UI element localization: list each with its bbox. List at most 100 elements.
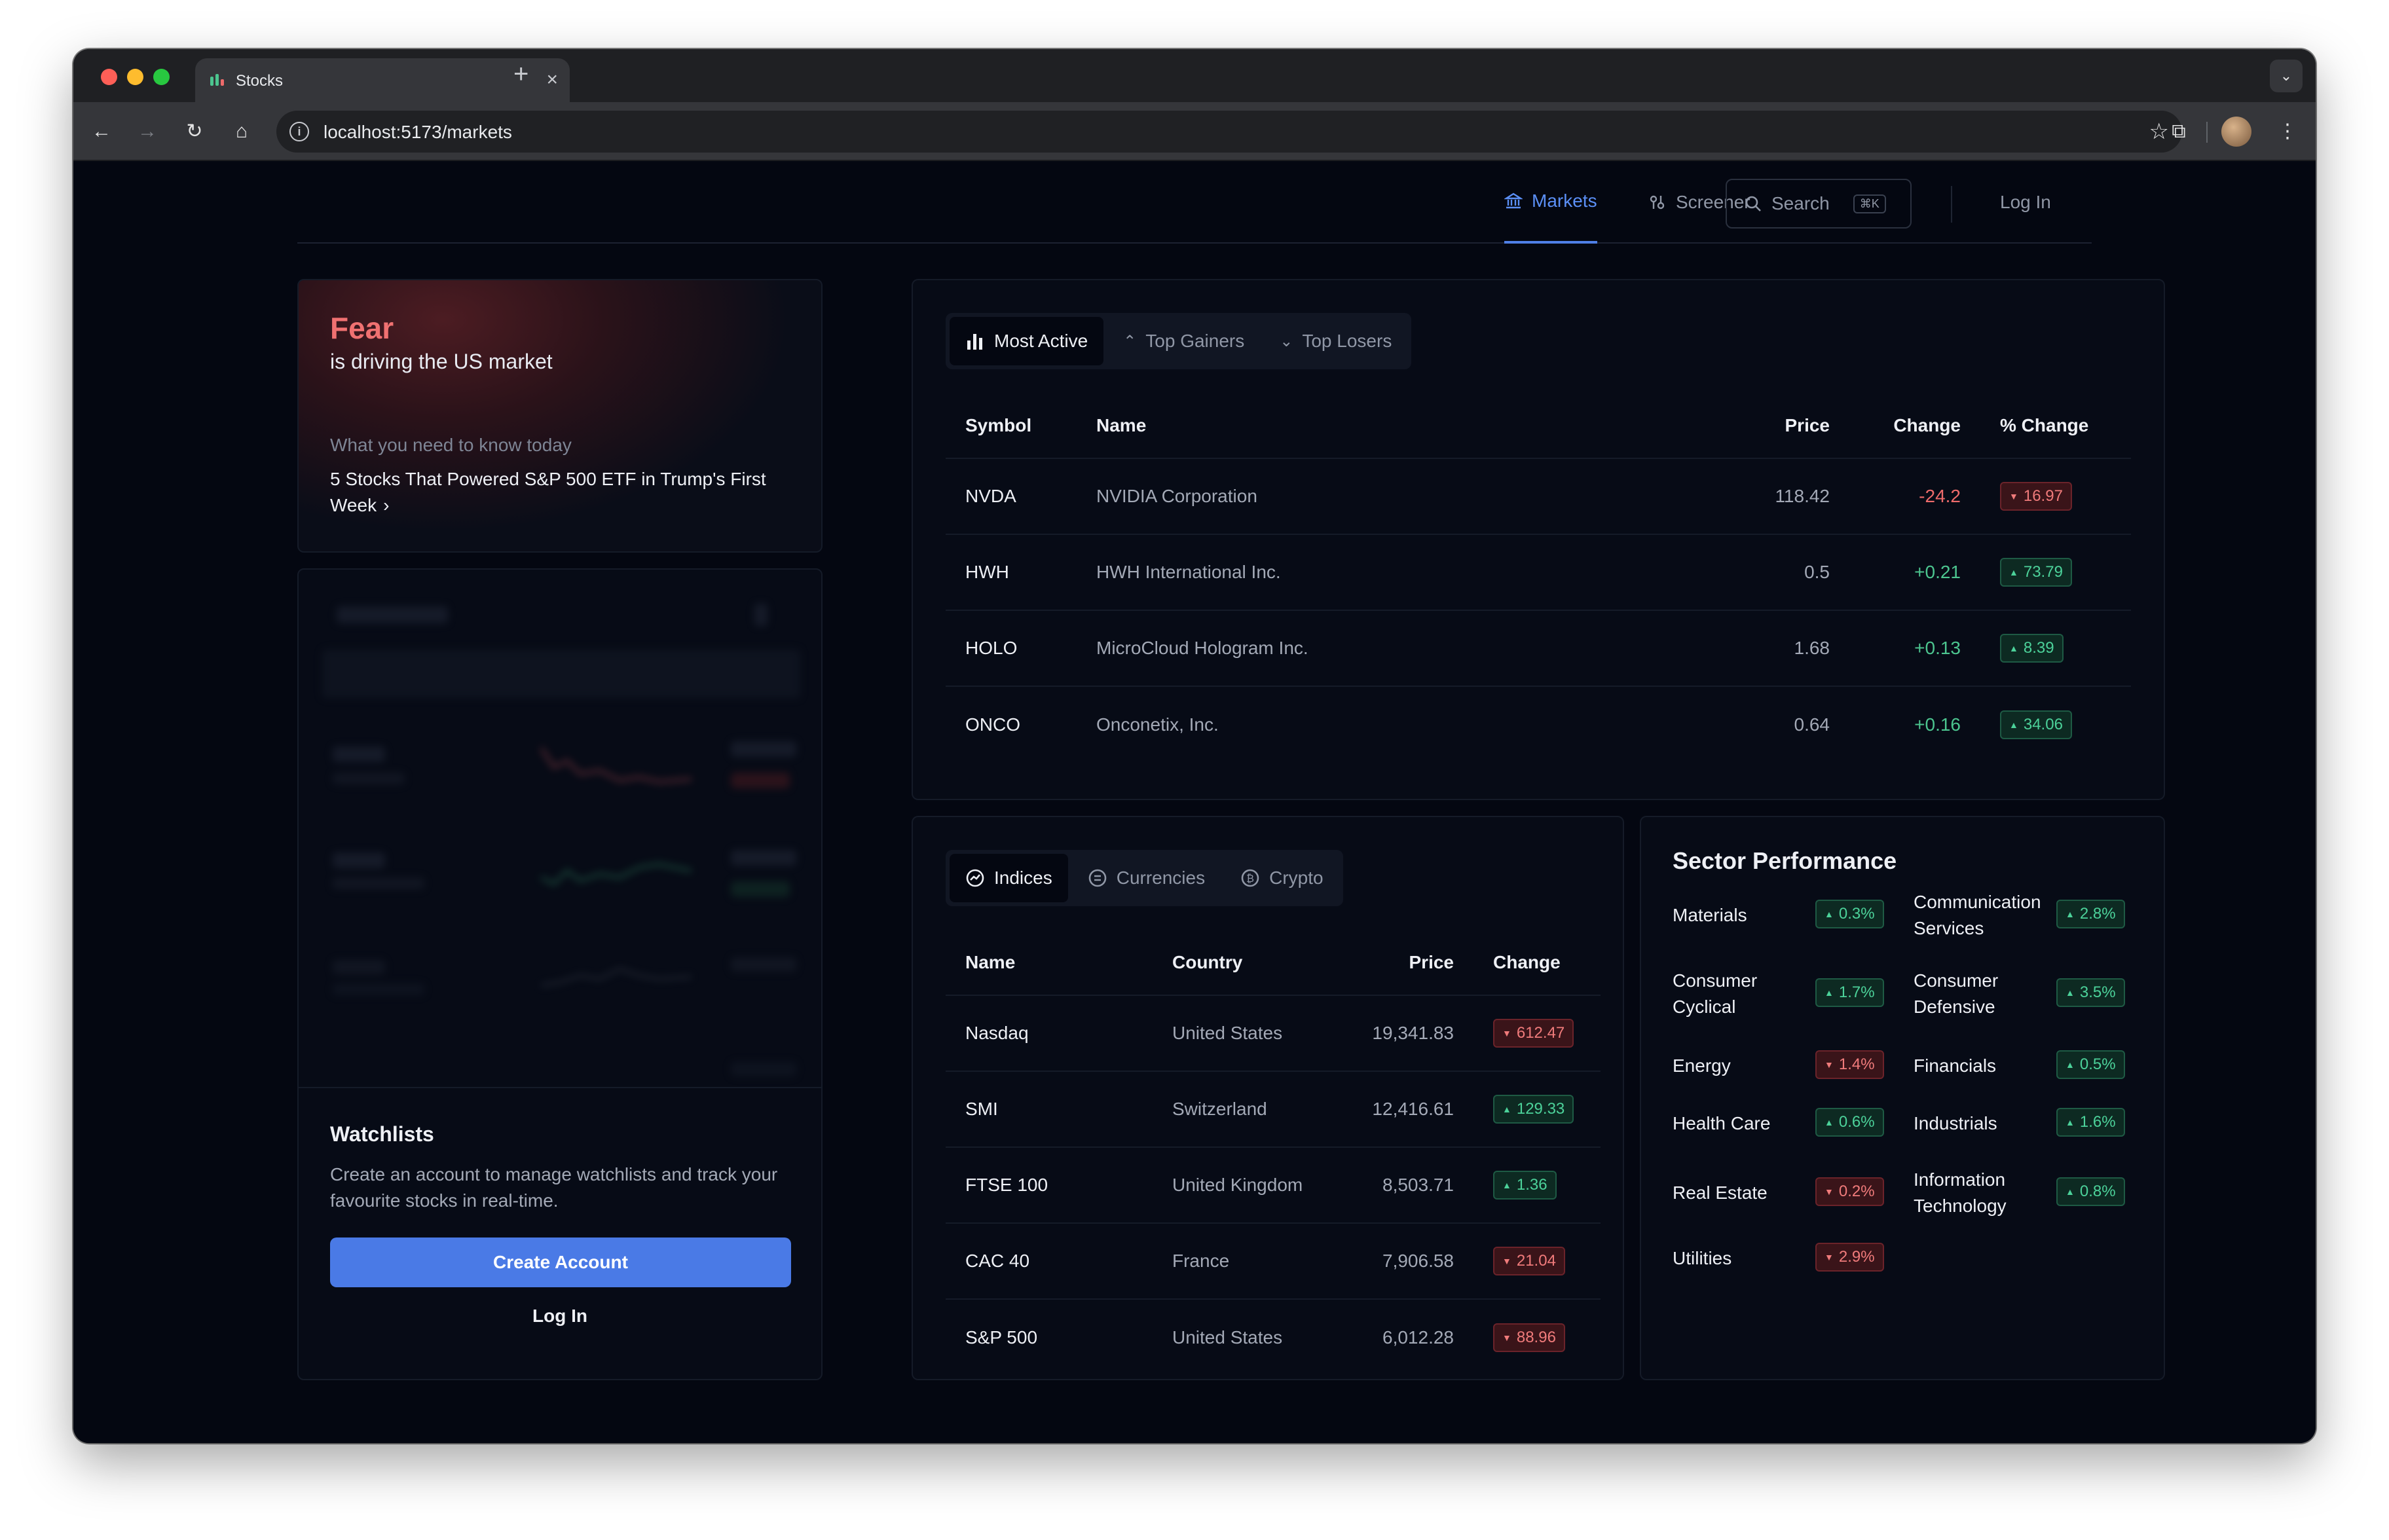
row-country: Switzerland (1153, 1071, 1336, 1147)
pct-change-badge: ▲ 8.39 (2000, 634, 2064, 663)
sector-badge: ▲ 1.7% (1815, 978, 1884, 1007)
watchlists-card: Watchlists Create an account to manage w… (297, 568, 823, 1380)
sector-change: ▲ 0.6% (1815, 1108, 1884, 1137)
movers-tabs: Most Active ⌃ Top Gainers ⌄ Top Losers (946, 313, 1412, 369)
triangle-down-icon: ▼ (1824, 1252, 1834, 1262)
row-country: France (1153, 1222, 1336, 1299)
sector-change: ▲ 0.5% (2056, 1050, 2125, 1079)
blurred-sparkline (541, 862, 692, 886)
url-text[interactable]: localhost:5173/markets (324, 122, 512, 143)
col-change: Change (1893, 414, 1961, 435)
col-index-name: Name (965, 951, 1016, 972)
sector-change: ▲ 0.8% (2056, 1177, 2125, 1206)
sector-name: Industrials (1914, 1113, 1997, 1133)
row-pct-change-cell: ▼ 16.97 (1980, 458, 2131, 534)
table-row[interactable]: CAC 40 France 7,906.58 ▼ 21.04 (946, 1222, 1601, 1299)
sector-change: ▲ 2.8% (2056, 900, 2125, 928)
table-row[interactable]: HWH HWH International Inc. 0.5 +0.21 ▲ 73.79 (946, 534, 2131, 610)
create-account-button[interactable]: Create Account (330, 1238, 791, 1287)
row-index-name: Nasdaq (946, 995, 1153, 1071)
tab-most-active[interactable]: Most Active (950, 317, 1104, 365)
table-header-row: Name Country Price Change (946, 930, 1601, 995)
triangle-up-icon: ▲ (2009, 719, 2018, 730)
browser-toolbar: ← → ↻ ⌂ i localhost:5173/markets ☆ ⧉ ⋮ (73, 102, 2316, 161)
row-company-name: MicroCloud Hologram Inc. (1077, 610, 1718, 686)
tab-top-gainers[interactable]: ⌃ Top Gainers (1107, 317, 1260, 365)
row-index-change-cell: ▼ 612.47 (1473, 995, 1601, 1071)
tab-crypto[interactable]: ₿ Crypto (1225, 854, 1339, 902)
back-arrow-icon[interactable]: ← (86, 117, 117, 147)
sector-badge: ▲ 0.6% (1815, 1108, 1884, 1137)
table-row[interactable]: NVDA NVIDIA Corporation 118.42 -24.2 ▼ 16.97 (946, 458, 2131, 534)
sector-change: ▼ 1.4% (1815, 1050, 1884, 1079)
row-change: +0.16 (1849, 686, 1980, 762)
new-tab-button[interactable]: + (513, 61, 528, 87)
row-index-price: 7,906.58 (1336, 1222, 1473, 1299)
news-headline-text: 5 Stocks That Powered S&P 500 ETF in Tru… (330, 469, 766, 515)
triangle-up-icon: ▲ (1502, 1104, 1511, 1114)
table-row[interactable]: SMI Switzerland 12,416.61 ▲ 129.33 (946, 1071, 1601, 1147)
home-icon[interactable]: ⌂ (227, 117, 257, 147)
sector-badge: ▲ 2.8% (2056, 900, 2125, 928)
table-row[interactable]: FTSE 100 United Kingdom 8,503.71 ▲ 1.36 (946, 1146, 1601, 1223)
tab-search-chevron-icon[interactable]: ⌄ (2270, 60, 2303, 92)
row-pct-change-cell: ▲ 8.39 (1980, 610, 2131, 686)
blurred-sparkline (541, 967, 692, 987)
nav-markets[interactable]: Markets (1504, 161, 1597, 244)
row-country: United States (1153, 1298, 1336, 1375)
table-row[interactable]: Nasdaq United States 19,341.83 ▼ 612.47 (946, 995, 1601, 1071)
tab-most-active-label: Most Active (994, 331, 1088, 351)
tab-top-losers[interactable]: ⌄ Top Losers (1264, 317, 1407, 365)
search-icon (1745, 196, 1761, 211)
top-nav: Markets Screener Search ⌘K Log In (297, 161, 2092, 244)
watchlists-title: Watchlists (330, 1122, 434, 1146)
sector-change: ▲ 3.5% (2056, 978, 2125, 1007)
row-index-price: 19,341.83 (1336, 995, 1473, 1071)
sector-change: ▲ 1.7% (1815, 978, 1884, 1007)
triangle-up-icon: ▲ (2009, 567, 2018, 578)
nav-login-link[interactable]: Log In (2000, 161, 2051, 244)
profile-avatar[interactable] (2221, 117, 2251, 147)
close-window-button[interactable] (101, 69, 117, 85)
sector-badge: ▼ 1.4% (1815, 1050, 1884, 1079)
browser-menu-icon[interactable]: ⋮ (2272, 117, 2303, 147)
tab-indices[interactable]: Indices (950, 854, 1068, 902)
site-info-icon[interactable]: i (289, 122, 309, 141)
stocks-favicon-icon (210, 74, 224, 86)
sector-badge: ▲ 0.5% (2056, 1050, 2125, 1079)
index-change-badge: ▼ 612.47 (1493, 1019, 1574, 1048)
col-price: Price (1785, 414, 1830, 435)
row-symbol: ONCO (946, 686, 1077, 762)
table-row[interactable]: ONCO Onconetix, Inc. 0.64 +0.16 ▲ 34.06 (946, 686, 2131, 762)
market-movers-card: Most Active ⌃ Top Gainers ⌄ Top Losers S… (912, 279, 2165, 800)
tab-close-icon[interactable]: × (546, 69, 558, 91)
triangle-up-icon: ▲ (1824, 909, 1834, 919)
sector-name: Communication Services (1914, 892, 2041, 938)
minimize-window-button[interactable] (127, 69, 143, 85)
extensions-icon[interactable]: ⧉ (2164, 117, 2194, 147)
triangle-up-icon: ▲ (1824, 1117, 1834, 1128)
tab-title: Stocks (236, 72, 284, 90)
sector-title: Sector Performance (1673, 847, 1897, 874)
watchlists-login-button[interactable]: Log In (299, 1306, 821, 1327)
sector-name: Utilities (1673, 1248, 1732, 1268)
row-index-change-cell: ▼ 88.96 (1473, 1298, 1601, 1375)
search-label: Search (1771, 193, 1830, 213)
search-button[interactable]: Search ⌘K (1726, 179, 1912, 229)
news-headline-link[interactable]: 5 Stocks That Powered S&P 500 ETF in Tru… (330, 466, 802, 519)
maximize-window-button[interactable] (153, 69, 170, 85)
table-row[interactable]: HOLO MicroCloud Hologram Inc. 1.68 +0.13 ▲ 8.… (946, 610, 2131, 686)
table-row[interactable]: S&P 500 United States 6,012.28 ▼ 88.96 (946, 1298, 1601, 1375)
markets-page: Markets Screener Search ⌘K Log In Fear i… (73, 161, 2316, 1443)
row-symbol: NVDA (946, 458, 1077, 534)
address-bar[interactable]: i localhost:5173/markets ☆ (276, 111, 2182, 153)
index-change-badge: ▼ 21.04 (1493, 1247, 1565, 1275)
forward-arrow-icon[interactable]: → (132, 117, 162, 147)
pct-change-badge: ▲ 34.06 (2000, 710, 2072, 739)
tab-currencies[interactable]: Currencies (1072, 854, 1221, 902)
watchlists-description: Create an account to manage watchlists a… (330, 1164, 778, 1211)
screener-icon (1650, 195, 1665, 210)
row-change: +0.21 (1849, 534, 1980, 610)
market-sentiment-card: Fear is driving the US market What you n… (297, 279, 823, 553)
reload-icon[interactable]: ↻ (179, 117, 210, 147)
